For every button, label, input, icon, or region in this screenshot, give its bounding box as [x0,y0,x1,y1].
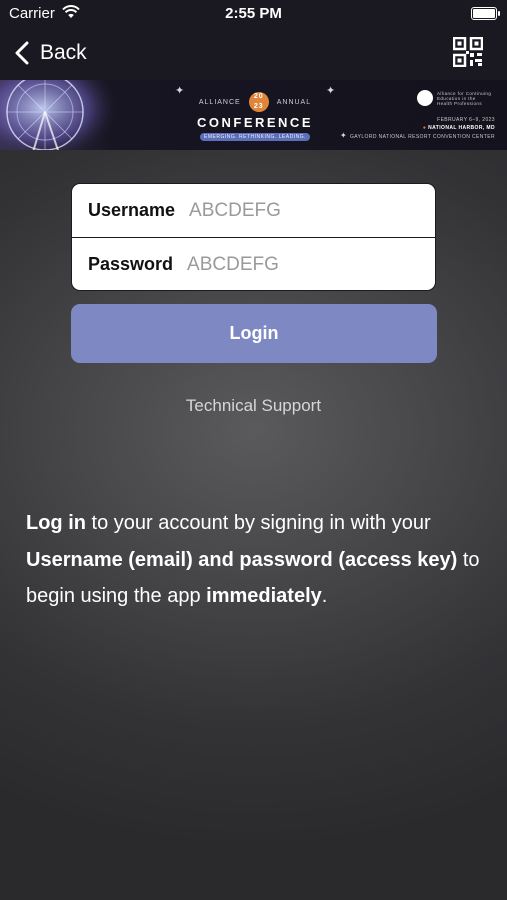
location-pin-icon: ● [422,125,427,131]
banner-title: CONFERENCE [196,115,313,130]
status-bar: Carrier 2:55 PM [0,0,507,28]
technical-support-link[interactable]: Technical Support [0,396,507,416]
banner-event-info: Alliance for Continuing Education in the… [345,88,495,148]
banner-tagline: EMERGING. RETHINKING. LEADING. [200,133,310,141]
password-row: Password [72,237,435,290]
conference-banner: ✦ ✦ ✦ ALLIANCE 20 23 ANNUAL CONFERENCE EM… [0,80,507,150]
banner-alliance-text: ALLIANCE [198,98,241,106]
event-location-text: NATIONAL HARBOR, MD [428,125,495,131]
org-logo-icon [417,90,433,106]
login-form: Username Password [71,183,436,291]
username-label: Username [88,200,176,220]
password-field[interactable] [185,252,410,277]
sparkle-icon: ✦ [175,85,185,97]
instructions-bold-credentials: Username (email) and password (access ke… [26,548,458,571]
chevron-left-icon [15,41,29,65]
instructions-text: . [321,585,328,607]
instructions-bold-login: Log in [26,512,86,534]
password-label: Password [88,254,174,274]
username-field[interactable] [187,198,412,223]
conference-logo: ALLIANCE 20 23 ANNUAL CONFERENCE EMERGING… [190,92,320,148]
event-venue: GAYLORD NATIONAL RESORT CONVENTION CENTE… [349,134,495,140]
back-label: Back [40,41,87,64]
instructions-bold-immediately: immediately [206,585,322,607]
login-screen: Carrier 2:55 PM Back ✦ ✦ ✦ ALLIANCE 20 2… [0,0,507,900]
banner-annual-text: ANNUAL [276,98,312,106]
nav-bar: Back [0,28,507,80]
event-location: ● NATIONAL HARBOR, MD [423,125,495,131]
battery-icon [471,7,500,20]
status-time: 2:55 PM [225,5,282,22]
login-button[interactable]: Login [71,304,437,363]
back-button[interactable]: Back [14,38,87,68]
username-row: Username [72,184,435,237]
sparkle-icon: ✦ [326,85,336,97]
banner-year-badge: 20 23 [248,92,269,112]
org-name: Alliance for Continuing Education in the… [437,90,492,106]
login-instructions: Log in to your account by signing in wit… [26,505,486,615]
event-dates: FEBRUARY 6–9, 2023 [437,117,495,123]
qr-code-icon[interactable] [453,37,483,67]
instructions-text: to your account by signing in with your [85,512,431,534]
org-logo: Alliance for Continuing Education in the… [417,90,492,106]
ferris-wheel-image [0,80,120,150]
